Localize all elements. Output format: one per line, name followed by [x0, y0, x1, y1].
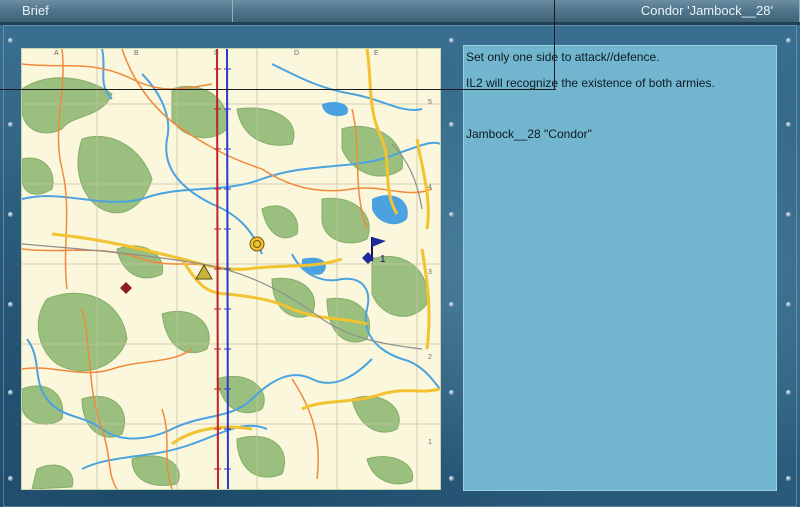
grid-col-label: E — [374, 50, 379, 57]
grid-col-label: B — [134, 50, 139, 57]
overlay-vertical-line — [554, 0, 555, 90]
brief-line: Set only one side to attack//defence. — [466, 50, 660, 64]
brief-line: IL2 will recognize the existence of both… — [466, 76, 715, 90]
mission-title: Condor 'Jambock__28' — [233, 0, 800, 22]
rivet-icon — [786, 212, 791, 217]
grid-col-label: A — [54, 50, 59, 57]
rivet-icon — [786, 38, 791, 43]
grid-row-label: 5 — [428, 99, 432, 106]
brief-line: Jambock__28 "Condor" — [466, 127, 592, 141]
top-bar: Brief Condor 'Jambock__28' — [0, 0, 800, 22]
grid-row-label: 4 — [428, 184, 432, 191]
rivet-icon — [8, 122, 13, 127]
rivet-icon — [449, 122, 454, 127]
enemy-diamond-icon — [120, 282, 132, 294]
rivet-icon — [449, 476, 454, 481]
mission-map[interactable]: A B C D E 5 4 3 2 1 1 — [22, 49, 440, 489]
rivet-icon — [8, 476, 13, 481]
brief-panel[interactable]: Set only one side to attack//defence. IL… — [463, 45, 777, 491]
rivet-icon — [449, 302, 454, 307]
rivet-icon — [449, 212, 454, 217]
overlay-horizontal-line — [0, 89, 556, 90]
grid-col-label: C — [214, 50, 220, 57]
rivet-icon — [8, 390, 13, 395]
rivet-icon — [449, 38, 454, 43]
grid-row-label: 3 — [428, 269, 432, 276]
rivet-icon — [786, 122, 791, 127]
tab-brief[interactable]: Brief — [0, 0, 233, 22]
grid-row-label: 1 — [428, 439, 432, 446]
rivet-icon — [8, 212, 13, 217]
rivet-icon — [8, 38, 13, 43]
rivet-icon — [786, 476, 791, 481]
marker-label: 1 — [380, 254, 386, 265]
grid-row-label: 2 — [428, 354, 432, 361]
rivet-icon — [786, 302, 791, 307]
map-canvas — [22, 49, 440, 489]
target-icon — [249, 236, 265, 252]
rivet-icon — [786, 390, 791, 395]
rivet-icon — [449, 390, 454, 395]
rivet-icon — [8, 302, 13, 307]
grid-col-label: D — [294, 50, 300, 57]
